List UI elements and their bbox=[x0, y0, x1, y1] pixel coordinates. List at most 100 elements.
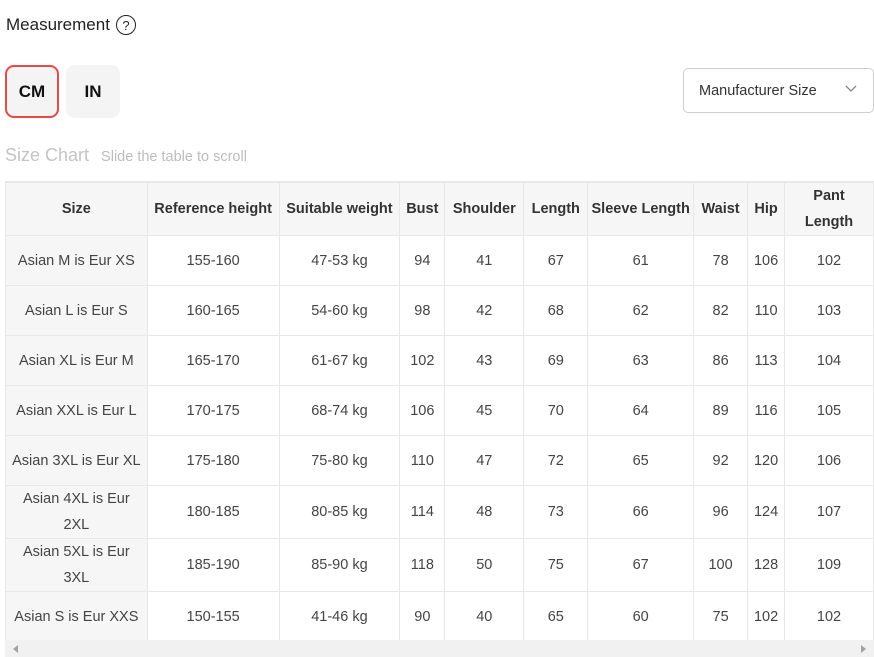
table-cell: 118 bbox=[399, 538, 446, 592]
table-cell: 103 bbox=[784, 285, 874, 336]
table-header-row: Size Reference height Suitable weight Bust S… bbox=[5, 182, 874, 236]
table-cell: 69 bbox=[523, 335, 589, 386]
table-cell: 86 bbox=[693, 335, 749, 386]
table-cell: 175-180 bbox=[146, 435, 280, 486]
size-chart-title: Size Chart bbox=[5, 145, 90, 165]
table-cell: 102 bbox=[784, 235, 874, 286]
table-cell: 75 bbox=[523, 538, 589, 592]
table-cell: 75-80 kg bbox=[278, 435, 401, 486]
table-cell: 41-46 kg bbox=[278, 591, 401, 642]
column-header: Sleeve Length bbox=[587, 182, 695, 236]
table-cell: 65 bbox=[523, 591, 589, 642]
scroll-left-arrow-icon[interactable] bbox=[13, 645, 18, 653]
measurement-header: Measurement ? bbox=[6, 15, 136, 35]
table-cell: 41 bbox=[444, 235, 525, 286]
table-cell: 104 bbox=[784, 335, 874, 386]
table-cell: 102 bbox=[747, 591, 786, 642]
column-header: Suitable weight bbox=[278, 182, 401, 236]
table-cell: 80-85 kg bbox=[278, 485, 401, 539]
column-header: Length bbox=[523, 182, 589, 236]
question-circle-icon[interactable]: ? bbox=[115, 15, 136, 35]
column-header: Bust bbox=[399, 182, 446, 236]
size-chart-table-container[interactable]: Size Reference height Suitable weight Bust S… bbox=[5, 181, 874, 657]
column-header: Pant Length bbox=[784, 182, 874, 236]
table-cell: 64 bbox=[587, 385, 695, 436]
table-row: Asian XXL is Eur L 170-175 68-74 kg 106 45 70… bbox=[5, 385, 874, 436]
size-cell: Asian XXL is Eur L bbox=[5, 385, 148, 436]
table-cell: 62 bbox=[587, 285, 695, 336]
table-cell: 128 bbox=[747, 538, 786, 592]
table-cell: 68 bbox=[523, 285, 589, 336]
table-cell: 68-74 kg bbox=[278, 385, 401, 436]
column-header: Hip bbox=[747, 182, 786, 236]
table-cell: 67 bbox=[587, 538, 695, 592]
table-cell: 98 bbox=[399, 285, 446, 336]
table-cell: 110 bbox=[399, 435, 446, 486]
table-cell: 102 bbox=[784, 591, 874, 642]
table-cell: 105 bbox=[784, 385, 874, 436]
scroll-right-arrow-icon[interactable] bbox=[861, 645, 866, 653]
column-header: Reference height bbox=[146, 182, 280, 236]
unit-cm-label: CM bbox=[18, 81, 46, 101]
table-cell: 150-155 bbox=[146, 591, 280, 642]
table-cell: 66 bbox=[587, 485, 695, 539]
size-chart-heading: Size Chart Slide the table to scroll bbox=[5, 145, 247, 166]
table-cell: 106 bbox=[784, 435, 874, 486]
table-cell: 106 bbox=[747, 235, 786, 286]
size-cell: Asian M is Eur XS bbox=[5, 235, 148, 286]
size-chart-table: Size Reference height Suitable weight Bust S… bbox=[5, 182, 874, 642]
table-cell: 67 bbox=[523, 235, 589, 286]
table-cell: 113 bbox=[747, 335, 786, 386]
size-cell: Asian XL is Eur M bbox=[5, 335, 148, 386]
table-cell: 50 bbox=[444, 538, 525, 592]
table-cell: 42 bbox=[444, 285, 525, 336]
table-cell: 54-60 kg bbox=[278, 285, 401, 336]
table-cell: 106 bbox=[399, 385, 446, 436]
table-cell: 114 bbox=[399, 485, 446, 539]
table-cell: 92 bbox=[693, 435, 749, 486]
table-cell: 160-165 bbox=[146, 285, 280, 336]
table-cell: 100 bbox=[693, 538, 749, 592]
table-cell: 40 bbox=[444, 591, 525, 642]
table-cell: 155-160 bbox=[146, 235, 280, 286]
table-cell: 73 bbox=[523, 485, 589, 539]
table-cell: 116 bbox=[747, 385, 786, 436]
table-cell: 45 bbox=[444, 385, 525, 436]
table-cell: 107 bbox=[784, 485, 874, 539]
chevron-down-icon bbox=[845, 85, 857, 92]
unit-in-label: IN bbox=[84, 81, 102, 101]
table-cell: 47-53 kg bbox=[278, 235, 401, 286]
table-row: Asian XL is Eur M 165-170 61-67 kg 102 43 69 6… bbox=[5, 335, 874, 386]
table-cell: 109 bbox=[784, 538, 874, 592]
column-header: Size bbox=[5, 182, 148, 236]
unit-cm-button[interactable]: CM bbox=[5, 65, 59, 118]
table-cell: 47 bbox=[444, 435, 525, 486]
table-cell: 185-190 bbox=[146, 538, 280, 592]
size-cell: Asian 3XL is Eur XL bbox=[5, 435, 148, 486]
table-cell: 63 bbox=[587, 335, 695, 386]
table-cell: 43 bbox=[444, 335, 525, 386]
size-type-dropdown[interactable]: Manufacturer Size bbox=[683, 68, 874, 113]
measurement-title: Measurement bbox=[6, 15, 110, 34]
table-cell: 90 bbox=[399, 591, 446, 642]
table-cell: 60 bbox=[587, 591, 695, 642]
unit-in-button[interactable]: IN bbox=[66, 65, 120, 118]
table-cell: 120 bbox=[747, 435, 786, 486]
table-row: Asian M is Eur XS 155-160 47-53 kg 94 41 67 61… bbox=[5, 235, 874, 286]
table-cell: 165-170 bbox=[146, 335, 280, 386]
table-cell: 82 bbox=[693, 285, 749, 336]
size-type-value: Manufacturer Size bbox=[699, 82, 817, 99]
table-cell: 78 bbox=[693, 235, 749, 286]
table-row: Asian 5XL is Eur 3XL 185-190 85-90 kg 118 50… bbox=[5, 538, 874, 592]
column-header: Waist bbox=[693, 182, 749, 236]
table-row: Asian L is Eur S 160-165 54-60 kg 98 42 68 62 8… bbox=[5, 285, 874, 336]
horizontal-scrollbar[interactable] bbox=[5, 640, 874, 657]
table-cell: 124 bbox=[747, 485, 786, 539]
table-cell: 72 bbox=[523, 435, 589, 486]
table-cell: 180-185 bbox=[146, 485, 280, 539]
table-cell: 48 bbox=[444, 485, 525, 539]
table-cell: 110 bbox=[747, 285, 786, 336]
size-cell: Asian 4XL is Eur 2XL bbox=[5, 485, 148, 539]
table-cell: 61 bbox=[587, 235, 695, 286]
table-row: Asian S is Eur XXS 150-155 41-46 kg 90 40 65 6… bbox=[5, 591, 874, 642]
